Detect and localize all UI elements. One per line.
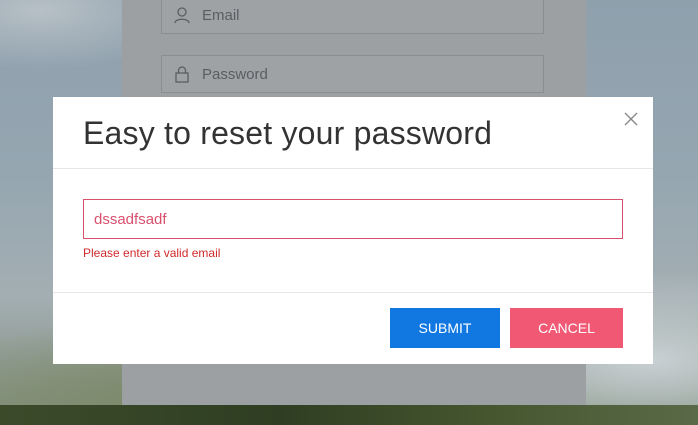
login-email-field[interactable]: Email (161, 0, 544, 34)
close-button[interactable] (621, 109, 641, 129)
reset-password-modal: Easy to reset your password Please enter… (53, 97, 653, 364)
modal-header: Easy to reset your password (53, 97, 653, 169)
background-scenery (0, 405, 698, 425)
user-icon (162, 6, 202, 24)
email-error-message: Please enter a valid email (83, 246, 221, 260)
login-page-background: Email Password Easy to reset your passwo… (0, 0, 698, 425)
cancel-button[interactable]: CANCEL (510, 308, 623, 348)
submit-button[interactable]: SUBMIT (390, 308, 500, 348)
reset-email-input[interactable] (83, 199, 623, 239)
modal-footer: SUBMIT CANCEL (53, 293, 653, 364)
modal-title: Easy to reset your password (83, 115, 493, 151)
modal-body: Please enter a valid email (53, 169, 653, 293)
close-icon (624, 112, 638, 126)
lock-icon (162, 65, 202, 83)
login-password-field[interactable]: Password (161, 55, 544, 93)
login-password-placeholder: Password (202, 65, 268, 83)
login-email-placeholder: Email (202, 6, 240, 24)
